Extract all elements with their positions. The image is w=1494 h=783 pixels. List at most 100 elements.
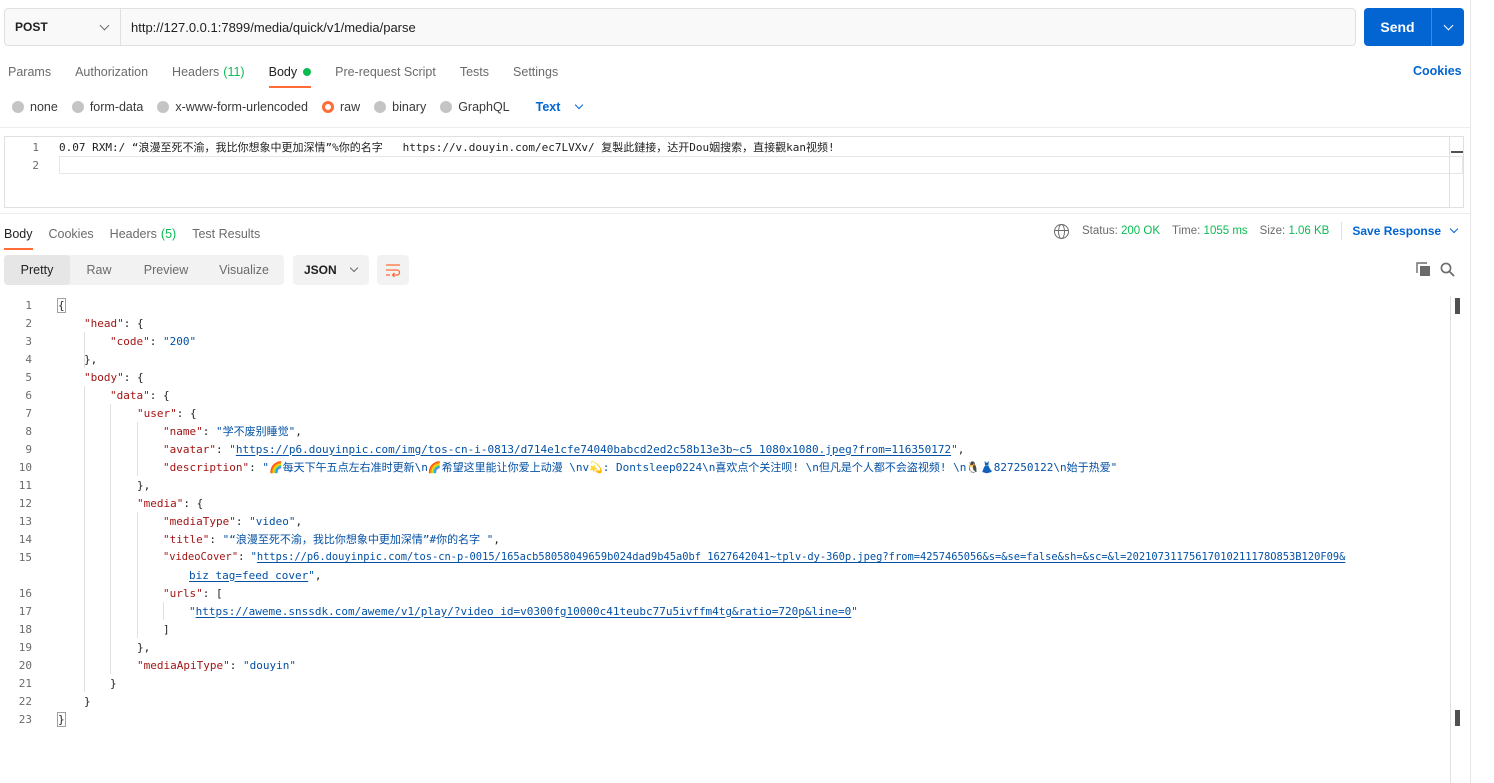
line-number: 1 (32, 140, 39, 154)
radio-label: form-data (89, 100, 144, 114)
json-key: "name" (163, 425, 203, 438)
radio-circle (157, 101, 170, 113)
code-text: "videoCover": "https://p6.douyinpic.com/… (163, 551, 1346, 563)
json-key: "body" (84, 370, 124, 384)
json-key: "user" (137, 406, 177, 420)
divider (0, 127, 1470, 128)
code-text: } (57, 711, 66, 727)
response-scrollbar[interactable] (1450, 296, 1464, 783)
resp-headers-count: (5) (160, 227, 177, 241)
editor-scrollbar[interactable] (1449, 137, 1463, 207)
radio-circle (374, 101, 387, 113)
copy-icon[interactable] (1416, 262, 1431, 277)
tab-tests[interactable]: Tests (460, 60, 489, 84)
avatar-link[interactable]: https://p6.douyinpic.com/img/tos-cn-i-08… (236, 443, 951, 456)
resp-tab-body[interactable]: Body (4, 222, 33, 250)
code-line: 11}, (0, 476, 1450, 494)
line-number: 21 (18, 676, 32, 690)
editor-line-text (59, 156, 1463, 174)
code-text: "user": { (137, 406, 197, 420)
code-line: 19}, (0, 638, 1450, 656)
code-text: "urls": [ (163, 586, 223, 600)
line-number: 1 (25, 298, 32, 312)
tab-prerequest-script[interactable]: Pre-request Script (335, 60, 436, 84)
save-response-button[interactable]: Save Response (1352, 224, 1459, 238)
view-visualize[interactable]: Visualize (204, 255, 284, 285)
globe-icon[interactable] (1054, 223, 1069, 239)
status-info[interactable]: Status: 200 OK (1082, 225, 1160, 237)
scrollbar-thumb[interactable] (1451, 151, 1463, 153)
method-select[interactable]: POST (5, 9, 121, 45)
close-brace: } (57, 711, 66, 727)
tab-headers-label: Headers (172, 65, 220, 79)
time-info[interactable]: Time: 1055 ms (1172, 225, 1248, 237)
line-number: 8 (25, 424, 32, 438)
raw-format-select[interactable]: Text (536, 100, 584, 114)
radio-binary[interactable]: binary (374, 100, 426, 114)
resp-tab-cookies[interactable]: Cookies (49, 222, 94, 246)
response-tabs: Body Cookies Headers (5) Test Results (4, 222, 276, 250)
request-body-editor[interactable]: 1 0.07 RXM:/ “浪漫至死不渝，我比你想象中更加深情”%你的名字 ht… (4, 136, 1464, 208)
response-format-label: JSON (304, 263, 337, 277)
line-number: 13 (18, 514, 32, 528)
code-line: 17 "https://aweme.snssdk.com/aweme/v1/pla… (0, 602, 1450, 620)
radio-urlencoded[interactable]: x-www-form-urlencoded (157, 100, 308, 114)
tab-params[interactable]: Params (8, 60, 51, 84)
radio-form-data[interactable]: form-data (71, 100, 144, 114)
resp-tab-headers-label: Headers (109, 227, 157, 241)
line-number: 22 (18, 694, 32, 708)
scrollbar-thumb[interactable] (1455, 298, 1460, 314)
send-label[interactable]: Send (1364, 8, 1432, 46)
size-info[interactable]: Size: 1.06 KB (1260, 225, 1330, 237)
code-text: "media": { (137, 496, 204, 510)
radio-graphql[interactable]: GraphQL (440, 100, 510, 114)
radio-none[interactable]: none (12, 100, 58, 114)
tab-body[interactable]: Body (268, 60, 312, 88)
response-status-bar: Status: 200 OK Time: 1055 ms Size: 1.06 … (1054, 222, 1459, 240)
code-line: 1{ (0, 296, 1450, 314)
code-text: "https://aweme.snssdk.com/aweme/v1/play/… (189, 604, 858, 618)
cookies-link[interactable]: Cookies (1413, 64, 1462, 78)
view-pretty[interactable]: Pretty (4, 255, 70, 285)
resp-tab-headers[interactable]: Headers (5) (110, 222, 177, 246)
line-number: 15 (18, 550, 32, 564)
video-url-link[interactable]: https://aweme.snssdk.com/aweme/v1/play/?… (196, 605, 852, 618)
radio-label: binary (392, 100, 427, 114)
radio-label: none (30, 100, 58, 114)
code-text: "code": "200" (110, 334, 197, 348)
line-number: 11 (18, 478, 32, 492)
line-number: 12 (18, 496, 32, 510)
radio-circle (440, 101, 453, 113)
send-button[interactable]: Send (1364, 8, 1464, 46)
tab-headers[interactable]: Headers (11) (172, 60, 245, 84)
view-preview[interactable]: Preview (128, 255, 204, 285)
view-raw[interactable]: Raw (70, 255, 128, 285)
wrap-lines-button[interactable] (377, 255, 409, 285)
response-body[interactable]: 1{ 2 "head": { 3 "code": "200" 4}, 5 "body"… (0, 296, 1452, 736)
radio-raw[interactable]: raw (322, 100, 360, 114)
code-line: 18] (0, 620, 1450, 638)
json-value: "200" (163, 334, 197, 348)
search-icon[interactable] (1440, 262, 1455, 277)
response-format-select[interactable]: JSON (293, 255, 369, 285)
video-cover-link-cont[interactable]: biz_tag=feed_cover (189, 569, 308, 582)
response-view-tabs: Pretty Raw Preview Visualize (4, 255, 284, 285)
line-number: 3 (25, 334, 32, 348)
headers-count: (11) (223, 65, 245, 79)
video-cover-link[interactable]: https://p6.douyinpic.com/tos-cn-p-0015/1… (257, 551, 1346, 563)
code-text: ] (163, 622, 170, 636)
json-key: "avatar" (163, 442, 216, 456)
url-input[interactable]: http://127.0.0.1:7899/media/quick/v1/med… (121, 9, 1355, 45)
resp-tab-test-results[interactable]: Test Results (192, 222, 260, 246)
json-key: "videoCover" (163, 551, 239, 563)
code-text: biz_tag=feed_cover", (189, 568, 322, 582)
tab-authorization[interactable]: Authorization (75, 60, 148, 84)
send-dropdown[interactable] (1432, 8, 1464, 46)
line-number: 2 (25, 316, 32, 330)
open-brace: { (57, 297, 66, 313)
code-text: "head": { (84, 316, 144, 330)
code-text: "mediaApiType": "douyin" (137, 658, 296, 672)
json-key: "head" (84, 316, 124, 330)
tab-settings[interactable]: Settings (513, 60, 558, 84)
chevron-down-icon (1443, 20, 1453, 30)
